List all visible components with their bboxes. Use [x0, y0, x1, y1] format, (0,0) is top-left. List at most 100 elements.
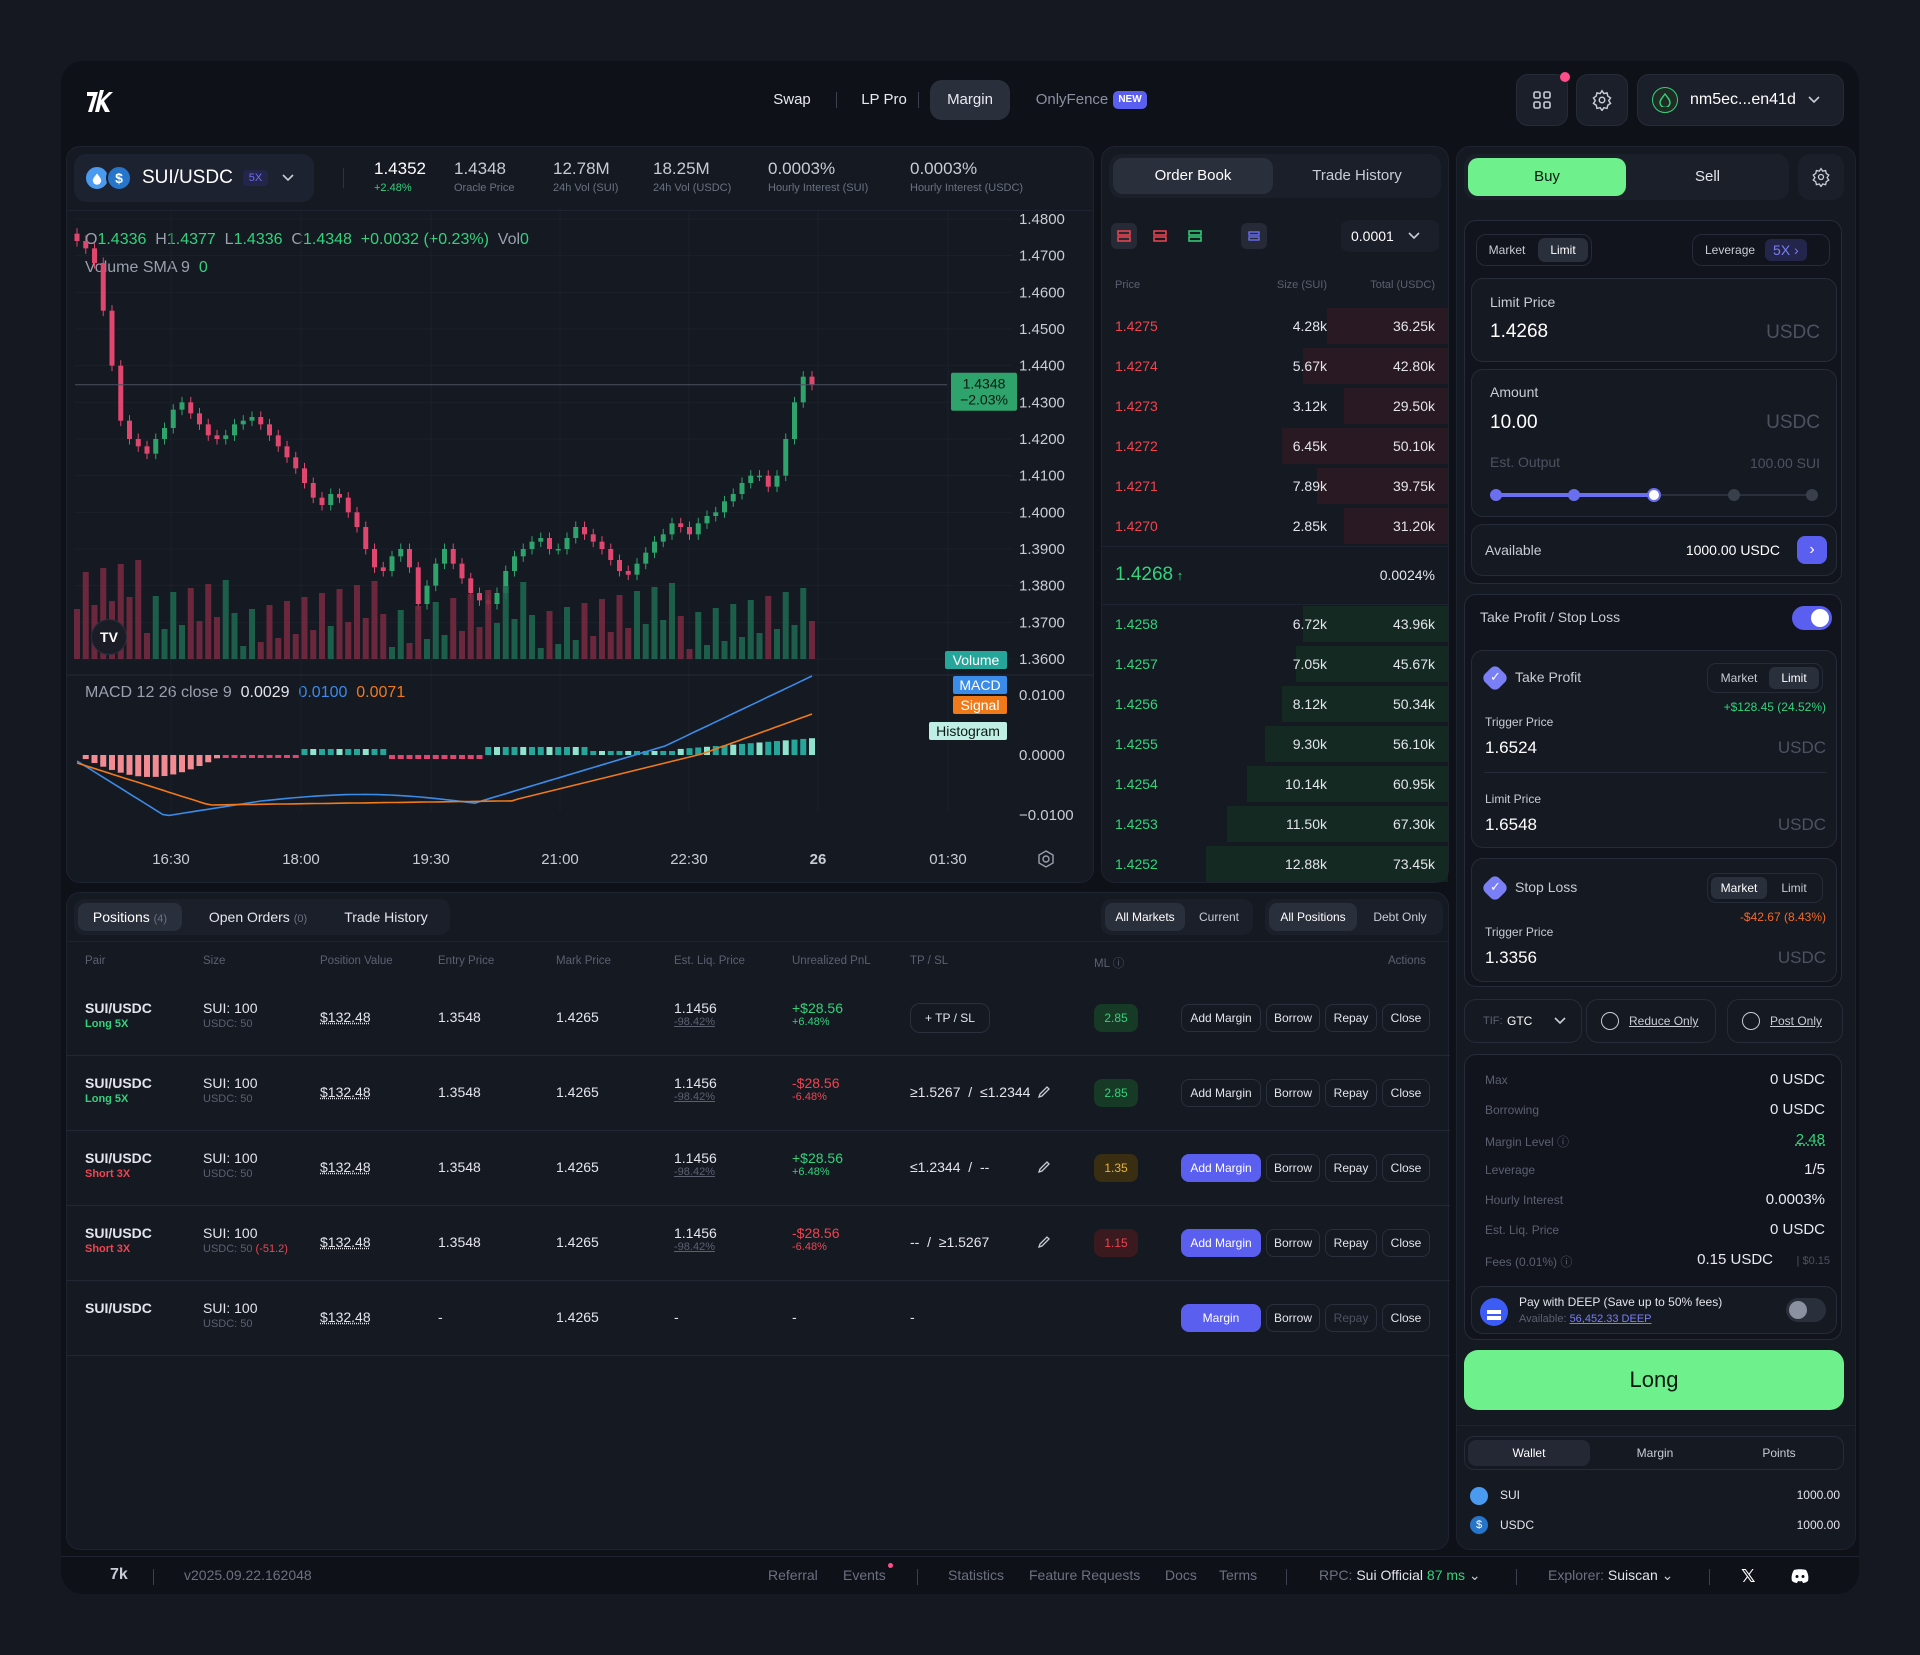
borrow-button[interactable]: Borrow — [1266, 1078, 1320, 1107]
tab-order-book[interactable]: Order Book — [1113, 158, 1273, 194]
buy-button[interactable]: Buy — [1468, 158, 1626, 196]
bid-row[interactable]: 1.4256 8.12k 50.34k — [1102, 684, 1448, 724]
tab-trade-history-positions[interactable]: Trade History — [332, 903, 440, 931]
edit-icon[interactable] — [1037, 1235, 1051, 1249]
borrow-button[interactable]: Borrow — [1266, 1228, 1320, 1257]
rpc-selector[interactable]: RPC: Sui Official 87 ms ⌄ — [1319, 1567, 1481, 1584]
leverage-selector[interactable]: Leverage 5X › — [1692, 234, 1830, 266]
filter-current[interactable]: Current — [1189, 903, 1249, 931]
x-twitter-icon[interactable]: 𝕏 — [1741, 1566, 1756, 1587]
amount-slider[interactable] — [1490, 488, 1818, 502]
tp-trigger-value[interactable]: 1.6524 — [1485, 738, 1537, 758]
repay-button[interactable]: Repay — [1325, 1003, 1377, 1032]
close-position-button[interactable]: Close — [1382, 1303, 1430, 1332]
reduce-only-checkbox[interactable]: Reduce Only — [1586, 999, 1716, 1043]
nav-onlyfence[interactable]: OnlyFence — [1032, 80, 1112, 120]
deposit-button[interactable]: › — [1797, 536, 1827, 564]
tif-select[interactable]: TIF: GTC — [1464, 999, 1582, 1043]
footer-feature-requests[interactable]: Feature Requests — [1029, 1567, 1140, 1583]
position-value[interactable]: $132.48 — [320, 1234, 371, 1250]
sl-mode-limit[interactable]: Limit — [1769, 877, 1819, 899]
add-margin-button[interactable]: Add Margin — [1181, 1153, 1261, 1182]
position-value[interactable]: $132.48 — [320, 1309, 371, 1325]
tab-points[interactable]: Points — [1718, 1440, 1840, 1466]
edit-icon[interactable] — [1037, 1085, 1051, 1099]
price-chart[interactable]: 1.4800 1.4700 1.4600 1.4500 1.4400 1.4300 1.42… — [67, 211, 1093, 881]
edit-icon[interactable] — [1037, 1160, 1051, 1174]
borrow-button[interactable]: Borrow — [1266, 1153, 1320, 1182]
add-margin-button[interactable]: Add Margin — [1181, 1228, 1261, 1257]
tick-size-select[interactable]: 0.0001 — [1341, 220, 1439, 252]
bid-row[interactable]: 1.4255 9.30k 56.10k — [1102, 724, 1448, 764]
sl-trigger-value[interactable]: 1.3356 — [1485, 948, 1537, 968]
wallet-button[interactable]: nm5ec...en41d — [1637, 74, 1844, 126]
filter-all-positions[interactable]: All Positions — [1269, 903, 1357, 931]
sl-mode-market[interactable]: Market — [1711, 877, 1767, 899]
order-type-market[interactable]: Market — [1480, 238, 1534, 262]
view-compact-icon[interactable] — [1241, 223, 1267, 249]
pair-selector[interactable]: $ SUI/USDC 5X — [74, 154, 314, 202]
bid-row[interactable]: 1.4253 11.50k 67.30k — [1102, 804, 1448, 844]
filter-debt-only[interactable]: Debt Only — [1361, 903, 1439, 931]
repay-button[interactable]: Repay — [1325, 1228, 1377, 1257]
tab-open-orders[interactable]: Open Orders (0) — [194, 903, 322, 931]
order-type-limit[interactable]: Limit — [1538, 238, 1588, 262]
footer-docs[interactable]: Docs — [1165, 1567, 1197, 1583]
nav-lp-pro[interactable]: LP Pro — [852, 80, 916, 120]
tp-limit-value[interactable]: 1.6548 — [1485, 815, 1537, 835]
add-margin-button[interactable]: Add Margin — [1181, 1003, 1261, 1032]
footer-terms[interactable]: Terms — [1219, 1567, 1257, 1583]
post-only-checkbox[interactable]: Post Only — [1727, 999, 1843, 1043]
bid-row[interactable]: 1.4252 12.88k 73.45k — [1102, 844, 1448, 884]
settings-button[interactable] — [1576, 74, 1628, 126]
position-value[interactable]: $132.48 — [320, 1009, 371, 1025]
borrow-button[interactable]: Borrow — [1266, 1303, 1320, 1332]
view-both-icon[interactable] — [1111, 223, 1137, 249]
nav-swap[interactable]: Swap — [762, 80, 822, 120]
bid-row[interactable]: 1.4257 7.05k 45.67k — [1102, 644, 1448, 684]
view-asks-icon[interactable] — [1147, 223, 1173, 249]
borrow-button[interactable]: Borrow — [1266, 1003, 1320, 1032]
close-position-button[interactable]: Close — [1382, 1078, 1430, 1107]
logo-icon[interactable] — [84, 86, 114, 116]
deep-toggle[interactable] — [1786, 1298, 1826, 1322]
close-position-button[interactable]: Close — [1382, 1003, 1430, 1032]
sell-button[interactable]: Sell — [1630, 158, 1785, 196]
close-position-button[interactable]: Close — [1382, 1228, 1430, 1257]
apps-button[interactable] — [1516, 72, 1570, 126]
repay-button[interactable]: Repay — [1325, 1078, 1377, 1107]
position-value[interactable]: $132.48 — [320, 1084, 371, 1100]
footer-statistics[interactable]: Statistics — [948, 1567, 1004, 1583]
ask-row[interactable]: 1.4275 4.28k 36.25k — [1102, 306, 1448, 346]
tpsl-toggle[interactable] — [1792, 606, 1832, 630]
tab-margin-wallet[interactable]: Margin — [1594, 1440, 1716, 1466]
view-bids-icon[interactable] — [1182, 223, 1208, 249]
close-position-button[interactable]: Close — [1382, 1153, 1430, 1182]
chart-settings-icon[interactable] — [1036, 849, 1056, 869]
limit-price-field[interactable] — [1471, 278, 1837, 362]
trade-settings-button[interactable] — [1798, 154, 1844, 200]
margin-button[interactable]: Margin — [1181, 1303, 1261, 1332]
long-submit-button[interactable]: Long — [1464, 1350, 1844, 1410]
filter-all-markets[interactable]: All Markets — [1105, 903, 1185, 931]
add-tpsl-button[interactable]: + TP / SL — [910, 1002, 990, 1033]
footer-events[interactable]: Events — [843, 1567, 886, 1583]
nav-margin[interactable]: Margin — [930, 80, 1010, 120]
ask-row[interactable]: 1.4274 5.67k 42.80k — [1102, 346, 1448, 386]
explorer-selector[interactable]: Explorer: Suiscan ⌄ — [1548, 1567, 1673, 1584]
repay-button[interactable]: Repay — [1325, 1153, 1377, 1182]
footer-referral[interactable]: Referral — [768, 1567, 818, 1583]
position-value[interactable]: $132.48 — [320, 1159, 371, 1175]
tp-mode-limit[interactable]: Limit — [1769, 667, 1819, 689]
bid-row[interactable]: 1.4254 10.14k 60.95k — [1102, 764, 1448, 804]
discord-icon[interactable] — [1790, 1568, 1810, 1584]
tp-mode-market[interactable]: Market — [1711, 667, 1767, 689]
ask-row[interactable]: 1.4271 7.89k 39.75k — [1102, 466, 1448, 506]
tab-wallet[interactable]: Wallet — [1468, 1440, 1590, 1466]
ask-row[interactable]: 1.4273 3.12k 29.50k — [1102, 386, 1448, 426]
bid-row[interactable]: 1.4258 6.72k 43.96k — [1102, 604, 1448, 644]
repay-button[interactable]: Repay — [1325, 1303, 1377, 1332]
tab-positions[interactable]: Positions (4) — [78, 903, 182, 931]
add-margin-button[interactable]: Add Margin — [1181, 1078, 1261, 1107]
tab-trade-history[interactable]: Trade History — [1277, 158, 1437, 194]
